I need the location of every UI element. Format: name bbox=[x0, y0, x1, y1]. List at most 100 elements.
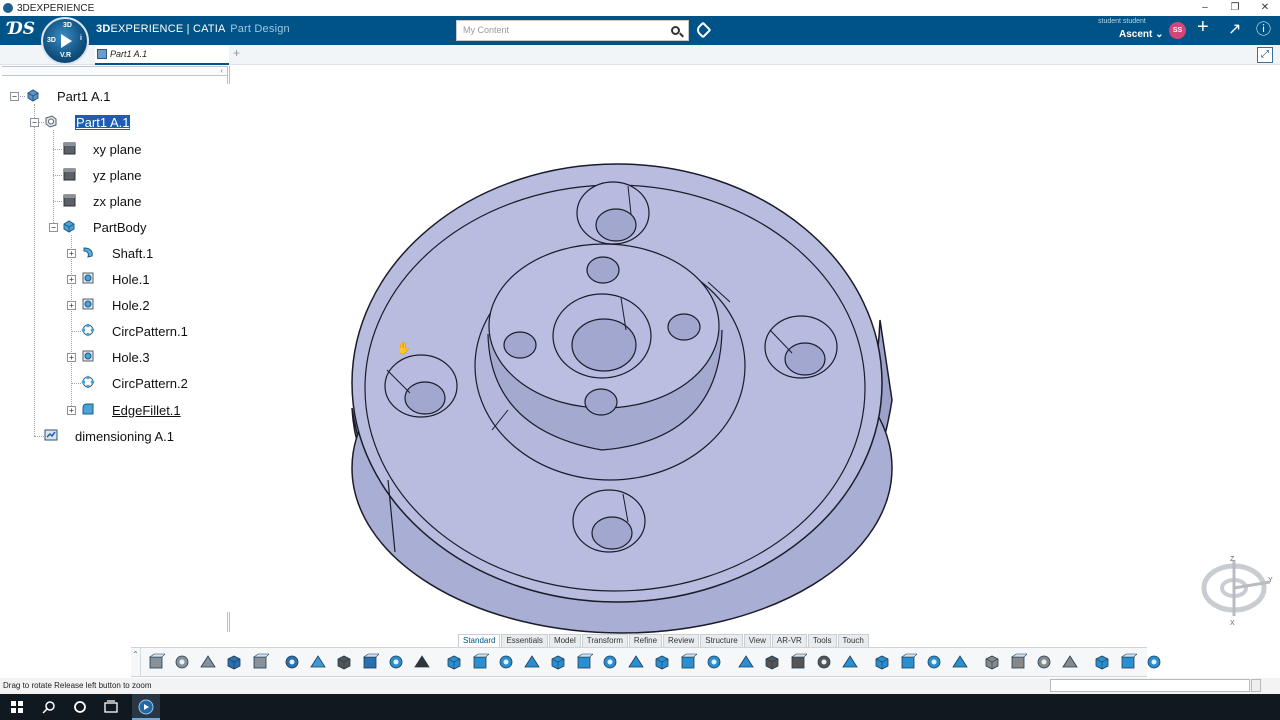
scale-icon[interactable] bbox=[951, 653, 969, 671]
shaft-icon[interactable] bbox=[497, 653, 515, 671]
cut-icon[interactable] bbox=[147, 653, 165, 671]
tab-ar-vr[interactable]: AR-VR bbox=[771, 634, 807, 647]
compass-icon[interactable]: 3D 3D i V.R bbox=[41, 17, 89, 65]
tab-touch[interactable]: Touch bbox=[837, 634, 869, 647]
help-icon[interactable]: ⓘ bbox=[1256, 21, 1271, 39]
tree-expander[interactable]: + bbox=[67, 406, 76, 415]
multi-section-icon[interactable] bbox=[575, 653, 593, 671]
tree-expander[interactable]: + bbox=[67, 249, 76, 258]
ds-logo-icon[interactable]: ƊS bbox=[8, 19, 35, 39]
groove-icon[interactable] bbox=[523, 653, 541, 671]
add-tab-button[interactable]: + bbox=[233, 46, 240, 60]
tag-icon[interactable] bbox=[694, 21, 712, 39]
tree-expander[interactable]: − bbox=[30, 118, 39, 127]
hole-icon[interactable] bbox=[601, 653, 619, 671]
tab-tools[interactable]: Tools bbox=[807, 634, 837, 647]
tree-expander[interactable]: − bbox=[10, 92, 19, 101]
circ-pattern-icon[interactable] bbox=[789, 653, 807, 671]
tree-item-zx-plane[interactable]: zx plane bbox=[62, 191, 141, 211]
paste-icon[interactable] bbox=[199, 653, 217, 671]
fullscreen-icon[interactable]: ⤢ bbox=[1257, 47, 1273, 63]
3d-viewport[interactable]: ✋ bbox=[232, 66, 1200, 634]
tree-item-edgefillet[interactable]: EdgeFillet.1 bbox=[81, 400, 181, 420]
translate-icon[interactable] bbox=[899, 653, 917, 671]
tab-view[interactable]: View bbox=[743, 634, 771, 647]
add-icon[interactable]: + bbox=[1197, 17, 1209, 37]
pad-icon[interactable] bbox=[445, 653, 463, 671]
rect-pattern-icon[interactable] bbox=[763, 653, 781, 671]
tree-expander[interactable]: − bbox=[49, 223, 58, 232]
tree-item-xy-plane[interactable]: xy plane bbox=[62, 139, 141, 159]
body-icon[interactable] bbox=[309, 653, 327, 671]
symmetry-icon[interactable] bbox=[841, 653, 859, 671]
tree-item-hole3[interactable]: Hole.3 bbox=[81, 347, 150, 367]
task-view-icon[interactable] bbox=[102, 698, 120, 716]
tree-expander[interactable]: + bbox=[67, 275, 76, 284]
share-icon[interactable]: ↗ bbox=[1228, 21, 1241, 39]
tree-item-root-product[interactable]: Part1 A.1 bbox=[26, 86, 110, 106]
restore-button[interactable]: ❐ bbox=[1220, 0, 1250, 16]
rib-icon[interactable] bbox=[549, 653, 567, 671]
plane-icon[interactable] bbox=[387, 653, 405, 671]
publication-icon[interactable] bbox=[1119, 653, 1137, 671]
avatar[interactable]: SS bbox=[1169, 22, 1186, 39]
mirror-icon[interactable] bbox=[815, 653, 833, 671]
tab-standard[interactable]: Standard bbox=[458, 634, 501, 647]
collapse-tree-icon[interactable]: ‹ bbox=[220, 66, 223, 75]
command-input[interactable] bbox=[1050, 679, 1250, 692]
tree-item-circpattern1[interactable]: CircPattern.1 bbox=[81, 321, 188, 341]
close-button[interactable]: ✕ bbox=[1250, 0, 1280, 16]
pocket-icon[interactable] bbox=[471, 653, 489, 671]
search-box[interactable]: My Content bbox=[456, 20, 689, 41]
update-icon[interactable] bbox=[251, 653, 269, 671]
rotate-icon[interactable] bbox=[925, 653, 943, 671]
measure-icon[interactable] bbox=[873, 653, 891, 671]
boolean-remove-icon[interactable] bbox=[1009, 653, 1027, 671]
tree-item-dimensioning[interactable]: dimensioning A.1 bbox=[44, 426, 174, 446]
search-icon[interactable] bbox=[40, 698, 58, 716]
tab-review[interactable]: Review bbox=[663, 634, 700, 647]
status-scrollbar[interactable] bbox=[1251, 679, 1261, 692]
action-bar-grip[interactable]: ⌃ bbox=[131, 648, 141, 676]
tab-structure[interactable]: Structure bbox=[700, 634, 743, 647]
tree-item-part[interactable]: Part1 A.1 bbox=[44, 112, 131, 132]
axis-icon[interactable] bbox=[413, 653, 431, 671]
boolean-add-icon[interactable] bbox=[983, 653, 1001, 671]
tree-item-partbody[interactable]: PartBody bbox=[62, 217, 146, 237]
tab-part1[interactable]: Part1 A.1 bbox=[95, 45, 229, 65]
tree-expander[interactable]: + bbox=[67, 353, 76, 362]
chamfer-icon[interactable] bbox=[705, 653, 723, 671]
3dexperience-icon[interactable] bbox=[137, 698, 155, 716]
boolean-intersect-icon[interactable] bbox=[1035, 653, 1053, 671]
undo-icon[interactable] bbox=[225, 653, 243, 671]
draft-icon[interactable] bbox=[737, 653, 755, 671]
tab-essentials[interactable]: Essentials bbox=[501, 634, 548, 647]
minimize-button[interactable]: – bbox=[1190, 0, 1220, 16]
boolean-union-icon[interactable] bbox=[1061, 653, 1079, 671]
search-icon[interactable] bbox=[671, 26, 680, 35]
tree-expander[interactable]: + bbox=[67, 301, 76, 310]
tree-item-hole2[interactable]: Hole.2 bbox=[81, 295, 150, 315]
tree-item-circpattern2[interactable]: CircPattern.2 bbox=[81, 373, 188, 393]
tree-item-hole1[interactable]: Hole.1 bbox=[81, 269, 150, 289]
tree-splitter-bottom[interactable] bbox=[227, 612, 230, 632]
split-icon[interactable] bbox=[653, 653, 671, 671]
tab-model[interactable]: Model bbox=[548, 634, 581, 647]
axis-compass-widget[interactable]: Z X Y bbox=[1196, 552, 1276, 628]
cortana-icon[interactable] bbox=[71, 698, 89, 716]
geometric-set-icon[interactable] bbox=[1093, 653, 1111, 671]
sketch-icon[interactable] bbox=[283, 653, 301, 671]
parameters-icon[interactable] bbox=[1145, 653, 1163, 671]
user-menu[interactable]: Ascent ⌄ bbox=[1119, 29, 1164, 40]
tab-transform[interactable]: Transform bbox=[581, 634, 628, 647]
tree-collapse-bar[interactable]: ‹ bbox=[2, 66, 227, 76]
tab-refine[interactable]: Refine bbox=[628, 634, 663, 647]
remove-face-icon[interactable] bbox=[679, 653, 697, 671]
thickness-icon[interactable] bbox=[627, 653, 645, 671]
tree-splitter-top[interactable] bbox=[227, 66, 230, 84]
tree-item-yz-plane[interactable]: yz plane bbox=[62, 165, 141, 185]
point-icon[interactable] bbox=[335, 653, 353, 671]
copy-icon[interactable] bbox=[173, 653, 191, 671]
tree-item-shaft[interactable]: Shaft.1 bbox=[81, 243, 153, 263]
line-icon[interactable] bbox=[361, 653, 379, 671]
